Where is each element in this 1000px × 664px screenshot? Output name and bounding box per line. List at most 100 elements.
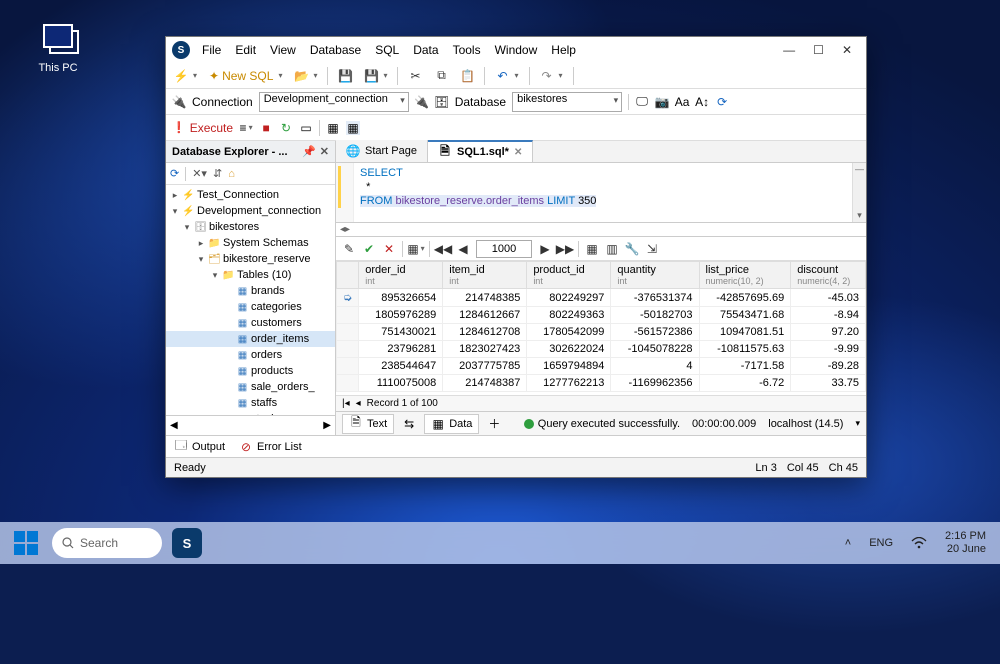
open-button[interactable]: 📂	[290, 67, 321, 85]
statusbar: Ready Ln 3 Col 45 Ch 45	[166, 457, 866, 477]
menu-sql[interactable]: SQL	[369, 41, 405, 59]
tray-lang[interactable]: ENG	[869, 537, 893, 549]
tree-schema[interactable]: bikestore_reserve	[223, 253, 310, 265]
tree-test-connection[interactable]: Test_Connection	[197, 189, 279, 201]
taskbar-app-dbclient[interactable]: S	[172, 528, 202, 558]
format-icon[interactable]: A↕	[695, 95, 709, 109]
paste-button[interactable]: 📋	[456, 67, 478, 85]
results-grid[interactable]: order_idintitem_idintproduct_idintquanti…	[336, 261, 866, 395]
refresh-icon[interactable]: ⟳	[715, 95, 729, 109]
new-sql-button[interactable]: ✦ New SQL	[205, 67, 286, 85]
taskbar: Search S ˄ ENG 2:16 PM 20 June	[0, 522, 1000, 564]
text-icon: 🗎	[349, 417, 363, 431]
menu-file[interactable]: File	[196, 41, 227, 59]
db-tree[interactable]: ▸⚡Test_Connection ▾⚡Development_connecti…	[166, 185, 335, 415]
filter-icon[interactable]: ⇵	[213, 167, 222, 180]
layout-icon[interactable]: ▦	[409, 242, 423, 256]
tree-table[interactable]: brands	[251, 285, 285, 297]
tree-sys-schemas[interactable]: System Schemas	[223, 237, 309, 249]
tray-chevron-icon[interactable]: ˄	[845, 537, 851, 549]
redo-button[interactable]: ↷	[536, 67, 567, 85]
camera-icon[interactable]: 📷	[655, 95, 669, 109]
prev-page-icon[interactable]: ◀	[456, 242, 470, 256]
start-button[interactable]	[14, 531, 38, 555]
nav-prev-icon[interactable]: ◂	[356, 398, 361, 409]
swap-icon[interactable]: ⇆	[402, 417, 416, 431]
data-tab-button[interactable]: ▦Data	[424, 414, 479, 434]
output-tab[interactable]: 🗔Output	[174, 440, 225, 454]
cut-button[interactable]: ✂	[404, 67, 426, 85]
menu-help[interactable]: Help	[545, 41, 582, 59]
error-list-tab[interactable]: ⊘Error List	[239, 440, 302, 454]
home-icon[interactable]: ⌂	[228, 168, 235, 180]
nav-first-icon[interactable]: |◂	[342, 398, 350, 409]
undo-button[interactable]: ↶	[491, 67, 522, 85]
ruler-scroll-left-icon[interactable]: ◂▸	[340, 224, 350, 235]
grid-mode-icon[interactable]: ▦	[326, 121, 340, 135]
tree-table[interactable]: categories	[251, 301, 302, 313]
grid-view-icon[interactable]: ▦	[585, 242, 599, 256]
refresh-tree-icon[interactable]: ⟳	[170, 167, 179, 180]
titlebar[interactable]: S File Edit View Database SQL Data Tools…	[166, 37, 866, 63]
menu-edit[interactable]: Edit	[229, 41, 262, 59]
screen-icon[interactable]: 🖵	[635, 95, 649, 109]
tree-db[interactable]: bikestores	[209, 221, 259, 233]
tree-table[interactable]: products	[251, 365, 293, 377]
tree-table[interactable]: orders	[251, 349, 282, 361]
toolbar-dropdown[interactable]: ⚡	[170, 67, 201, 85]
execute-options[interactable]: ≡	[239, 121, 253, 135]
tree-table[interactable]: customers	[251, 317, 302, 329]
collapse-icon[interactable]: ✕▾	[192, 167, 207, 180]
first-page-icon[interactable]: ◀◀	[436, 242, 450, 256]
wifi-icon[interactable]	[911, 537, 927, 549]
connection-combo[interactable]: Development_connection	[259, 92, 409, 112]
menu-window[interactable]: Window	[489, 41, 544, 59]
wrench-icon[interactable]: 🔧	[625, 242, 639, 256]
tab-start-page[interactable]: 🌐Start Page	[336, 140, 428, 162]
reject-icon[interactable]: ✕	[382, 242, 396, 256]
tx-icon[interactable]: ▭	[299, 121, 313, 135]
menu-data[interactable]: Data	[407, 41, 444, 59]
save-all-button[interactable]: 💾	[360, 67, 391, 85]
execute-button[interactable]: Execute	[172, 121, 233, 135]
accept-icon[interactable]: ✔	[362, 242, 376, 256]
tree-table[interactable]: order_items	[251, 333, 309, 345]
text-tab-button[interactable]: 🗎Text	[342, 414, 394, 434]
taskbar-clock[interactable]: 2:16 PM 20 June	[945, 530, 986, 556]
disconnect-icon[interactable]: 🔌	[415, 95, 429, 109]
grid-cols-icon[interactable]: ▥	[605, 242, 619, 256]
panel-close-icon[interactable]: ✕	[320, 145, 329, 158]
minimize-button[interactable]: —	[783, 43, 795, 57]
database-combo[interactable]: bikestores	[512, 92, 622, 112]
pin-icon[interactable]: 📌	[302, 145, 316, 158]
export-icon[interactable]: ⇲	[645, 242, 659, 256]
taskbar-search[interactable]: Search	[52, 528, 162, 558]
edit-icon[interactable]: ✎	[342, 242, 356, 256]
save-button[interactable]: 💾	[334, 67, 356, 85]
next-page-icon[interactable]: ▶	[538, 242, 552, 256]
tree-tables-folder[interactable]: Tables (10)	[237, 269, 291, 281]
maximize-button[interactable]: ☐	[813, 43, 824, 57]
desktop-icon-this-pc[interactable]: This PC	[28, 28, 88, 74]
success-icon	[524, 419, 534, 429]
menu-view[interactable]: View	[264, 41, 302, 59]
chevron-down-icon[interactable]: ▾	[855, 418, 860, 429]
tab-sql1[interactable]: 🗎SQL1.sql*✕	[428, 140, 533, 162]
page-size-input[interactable]	[476, 240, 532, 258]
case-icon[interactable]: Aa	[675, 95, 689, 109]
last-page-icon[interactable]: ▶▶	[558, 242, 572, 256]
tab-close-icon[interactable]: ✕	[514, 147, 522, 158]
stop-button[interactable]: ■	[259, 121, 273, 135]
tree-dev-connection[interactable]: Development_connection	[197, 205, 321, 217]
grid-mode2-icon[interactable]: ▦	[346, 121, 360, 135]
commit-icon[interactable]: ↻	[279, 121, 293, 135]
sql-editor[interactable]: SELECT * FROM bikestore_reserve.order_it…	[336, 163, 866, 223]
tree-table[interactable]: staffs	[251, 397, 277, 409]
tree-table[interactable]: sale_orders_	[251, 381, 315, 393]
editor-scrollbar[interactable]: —▾	[852, 163, 866, 222]
add-panel-icon[interactable]: ＋	[487, 417, 501, 431]
copy-button[interactable]: ⧉	[430, 67, 452, 85]
menu-database[interactable]: Database	[304, 41, 367, 59]
close-button[interactable]: ✕	[842, 43, 852, 57]
menu-tools[interactable]: Tools	[447, 41, 487, 59]
